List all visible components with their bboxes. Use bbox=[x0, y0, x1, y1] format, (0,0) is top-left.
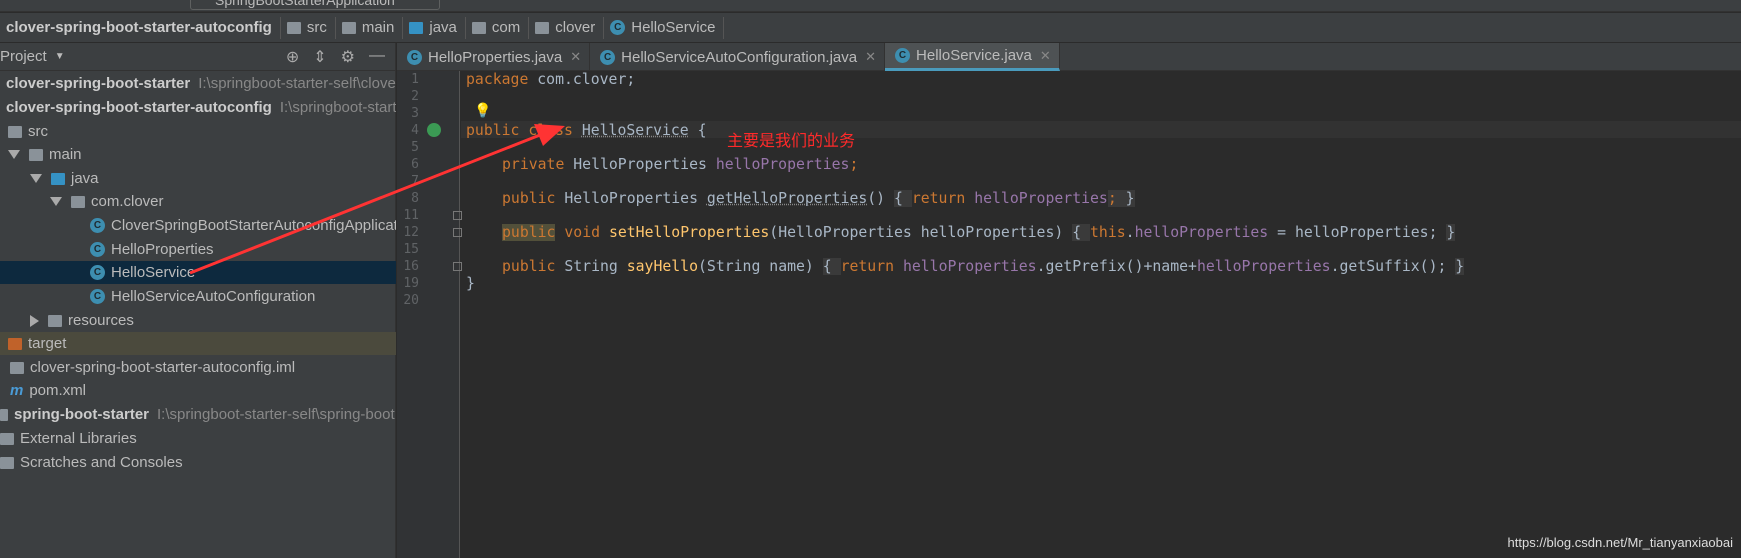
annotation-arrow bbox=[189, 124, 565, 275]
watermark: https://blog.csdn.net/Mr_tianyanxiaobai bbox=[1507, 535, 1733, 550]
arrow-line bbox=[189, 131, 546, 275]
arrow-head bbox=[534, 124, 565, 146]
